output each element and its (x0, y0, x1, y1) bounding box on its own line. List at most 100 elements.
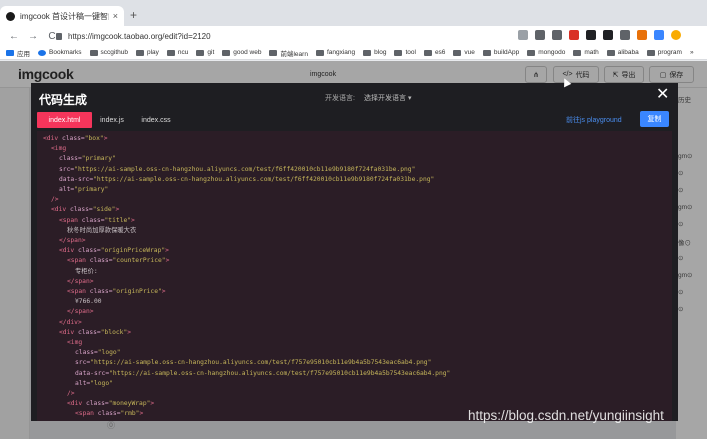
code-line: alt="logo" (75, 379, 113, 389)
bookmark-item[interactable]: good web (222, 49, 261, 56)
code-token: class= (97, 410, 121, 418)
bookmark-item[interactable]: es6 (423, 49, 445, 56)
bookmark-label: buildApp (493, 49, 520, 56)
tab-close-icon[interactable]: × (113, 11, 118, 21)
code-line: /> (51, 195, 59, 205)
back-button[interactable]: ← (9, 31, 19, 42)
code-token: "primary" (74, 186, 109, 193)
language-label: 开发语言: (325, 95, 355, 102)
bookmark-item[interactable]: ncu (166, 49, 189, 56)
code-line: <div class="box"> (43, 134, 107, 144)
code-token: <span (59, 216, 82, 224)
code-token: "moneyWrap" (108, 400, 151, 408)
star-icon[interactable] (518, 30, 528, 40)
bookmark-label: tool (405, 49, 416, 56)
playground-link[interactable]: 前往js playground (566, 115, 622, 125)
folder-icon (573, 49, 582, 56)
code-token: > (115, 206, 120, 214)
language-select[interactable]: 选择开发语言 ▾ (364, 93, 411, 103)
code-token: 专柜价: (75, 267, 98, 275)
code-token: "https://ai-sample.oss-cn-hangzhou.aliyu… (90, 359, 432, 367)
code-token: "https://ai-sample.oss-cn-hangzhou.aliyu… (93, 175, 435, 183)
folder-icon (606, 49, 615, 56)
browser-tab[interactable]: imgcook 首设计稿一键智能生成 × (0, 6, 124, 26)
code-token: <div (59, 247, 78, 255)
bookmark-item[interactable]: buildApp (482, 49, 520, 56)
bookmark-item[interactable]: fangxiang (315, 49, 356, 56)
code-token: 秋冬时尚加厚款保暖大衣 (67, 226, 137, 234)
bookmark-label: fangxiang (326, 49, 356, 56)
modal-title: 代码生成 (39, 93, 88, 107)
code-line: data-src="https://ai-sample.oss-cn-hangz… (75, 369, 450, 379)
code-token: > (139, 410, 144, 418)
bookmark-item[interactable]: git (196, 49, 214, 56)
code-line: <span class="originPrice"> (67, 287, 166, 297)
bookmark-item[interactable]: 应用 (6, 48, 30, 58)
bookmark-item[interactable]: tool (394, 49, 416, 56)
code-line: </span> (59, 236, 86, 246)
code-token: src= (59, 165, 75, 173)
code-line: class="primary" (59, 154, 116, 164)
extension-icon[interactable] (637, 30, 647, 40)
tab-index-js[interactable]: index.js (99, 112, 125, 128)
code-token: > (161, 288, 166, 295)
code-line: ¥766.00 (75, 297, 102, 307)
code-token: <div (51, 206, 70, 214)
bookmark-item[interactable]: math (573, 49, 599, 56)
code-token: "https://ai-sample.oss-cn-hangzhou.aliyu… (109, 369, 451, 377)
bookmark-label: play (146, 49, 159, 56)
profile-avatar[interactable] (671, 30, 681, 40)
code-token: > (127, 328, 132, 336)
bookmark-item[interactable]: mongodo (527, 49, 565, 56)
bookmark-label: vue (464, 49, 475, 56)
code-line: <div class="originPriceWrap"> (59, 246, 169, 256)
bookmark-item[interactable]: Bookmarks (38, 49, 82, 56)
tab-index-html[interactable]: index.html (37, 112, 92, 128)
extension-icon[interactable] (569, 30, 579, 40)
bookmark-label: Bookmarks (49, 49, 82, 56)
code-token: > (165, 257, 170, 265)
url-field[interactable]: https://imgcook.taobao.org/edit?id=2120 (56, 29, 506, 43)
code-viewer[interactable]: <div class="box"> <img class="primary" src=… (37, 131, 672, 421)
close-icon[interactable]: ✕ (656, 86, 669, 104)
extension-icon[interactable] (620, 30, 630, 40)
code-token: data-src= (75, 369, 110, 377)
github-icon (89, 49, 98, 56)
code-token: src= (75, 359, 91, 367)
bookmark-item[interactable]: play (135, 49, 159, 56)
code-token: "originPrice" (112, 288, 162, 295)
folder-icon (527, 49, 536, 56)
bookmark-label: ncu (177, 49, 189, 56)
new-tab-button[interactable]: + (130, 9, 137, 21)
extension-icon[interactable] (552, 30, 562, 40)
bookmark-item[interactable]: sccgithub (89, 49, 128, 56)
extension-icon[interactable] (535, 30, 545, 40)
code-line: /> (67, 389, 75, 399)
code-token: <span (75, 410, 98, 418)
folder-icon (453, 49, 462, 56)
code-line: </span> (67, 277, 94, 287)
folder-icon (363, 49, 372, 56)
code-token: class= (85, 400, 109, 408)
code-token: class= (59, 155, 82, 163)
extension-icon[interactable] (603, 30, 613, 40)
bookmark-item[interactable]: blog (363, 49, 386, 56)
folder-icon (423, 49, 432, 56)
forward-button[interactable]: → (28, 31, 38, 42)
extension-icon[interactable] (586, 30, 596, 40)
bookmark-item[interactable]: program (646, 49, 682, 56)
tab-index-css[interactable]: index.css (141, 112, 171, 128)
bookmark-label: program (657, 49, 682, 56)
folder-icon (269, 49, 278, 56)
bookmark-label: sccgithub (100, 49, 128, 56)
copy-button[interactable]: 复制 (640, 111, 669, 127)
extension-icon[interactable] (654, 30, 664, 40)
tab-title: imgcook 首设计稿一键智能生成 (20, 11, 109, 21)
bookmark-item[interactable]: alibaba (606, 49, 639, 56)
bookmarks-more-button[interactable]: » (690, 49, 694, 56)
bookmark-item[interactable]: 前端learn (269, 48, 308, 58)
imgcook-favicon-icon (6, 11, 15, 21)
bookmark-item[interactable]: vue (453, 49, 475, 56)
code-token: "originPriceWrap" (100, 247, 166, 255)
address-bar-row: ← → C https://imgcook.taobao.org/edit?id… (0, 26, 707, 46)
